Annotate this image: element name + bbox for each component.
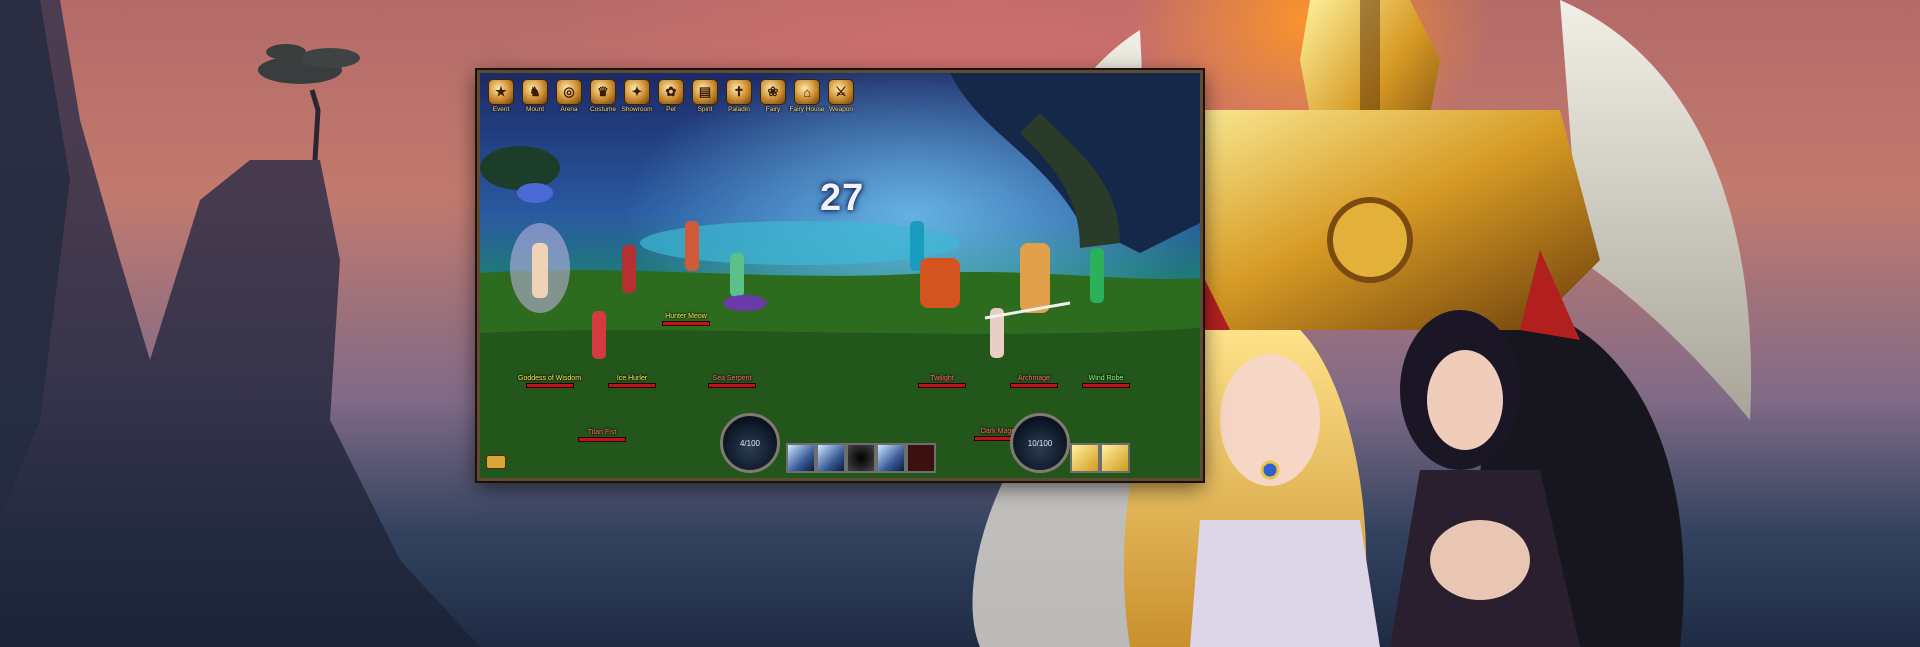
skill-slot-1[interactable] [786,443,816,473]
unit-ice-hurler[interactable]: Ice Hurler [608,375,656,388]
unit-name: Wind Robe [1088,375,1124,382]
menu-paladin-button[interactable]: ✝ Paladin [724,79,754,113]
unit-name: Hunter Meow [665,313,707,320]
menu-label: Costume [589,106,616,113]
unit-name: Titan Fist [587,429,617,436]
unit-name: Sea Serpent [712,375,752,382]
skill-slot-5[interactable] [906,443,936,473]
cliff-scenery [0,0,480,647]
paladin-icon: ✝ [726,79,752,105]
fairy-house-icon: ⌂ [794,79,820,105]
unit-goddess-of-wisdom[interactable]: Goddess of Wisdom [518,375,581,388]
menu-label: Pet [666,106,676,113]
menu-showroom-button[interactable]: ✦ Showroom [621,79,653,113]
fairy-icon: ❀ [760,79,786,105]
pet-icon: ✿ [658,79,684,105]
unit-titan-fist[interactable]: Titan Fist [578,429,626,442]
menu-pet-button[interactable]: ✿ Pet [656,79,686,113]
skill-slot-2[interactable] [816,443,846,473]
menu-arena-button[interactable]: ◎ Arena [554,79,584,113]
hp-bar [578,437,626,442]
menu-label: Mount [525,106,545,113]
unit-name: Ice Hurler [616,375,648,382]
arena-icon: ◎ [556,79,582,105]
chat-icon[interactable] [486,455,506,469]
hp-bar [662,321,710,326]
unit-archmage[interactable]: Archmage [1010,375,1058,388]
menu-label: Fairy House [789,106,825,113]
skill-slot-3[interactable] [846,443,876,473]
energy-value: 4/100 [739,438,761,448]
skill-bar: 4/100 10/100 [720,413,1130,475]
hp-bar [1010,383,1058,388]
menu-label: Fairy [765,106,781,113]
menu-fairy-button[interactable]: ❀ Fairy [758,79,788,113]
turn-timer: 27 [820,177,865,219]
hp-bar [525,383,574,388]
unit-name: Goddess of Wisdom [518,375,582,382]
unit-hunter-meow[interactable]: Hunter Meow [662,313,710,326]
unit-sea-serpent[interactable]: Sea Serpent [708,375,756,388]
skill-slot-4[interactable] [876,443,906,473]
energy-value: 10/100 [1027,438,1053,448]
spirit-icon: ▤ [692,79,718,105]
menu-label: Showroom [621,106,653,113]
hp-bar [1082,383,1130,388]
menu-weapon-button[interactable]: ⚔ Weapon [826,79,856,113]
game-top-menu: ★ Event ♞ Mount ◎ Arena ♛ Costume ✦ Show… [486,79,856,113]
showroom-icon: ✦ [624,79,650,105]
enemy-skill-2 [1100,443,1130,473]
hp-bar [918,383,966,388]
game-screenshot-window: ★ Event ♞ Mount ◎ Arena ♛ Costume ✦ Show… [477,70,1203,481]
menu-label: Event [492,106,510,113]
enemy-skill-1 [1070,443,1100,473]
menu-mount-button[interactable]: ♞ Mount [520,79,550,113]
player-energy-orb: 4/100 [720,413,780,473]
menu-spirit-button[interactable]: ▤ Spirit [690,79,720,113]
event-icon: ★ [488,79,514,105]
menu-label: Weapon [828,106,854,113]
weapon-icon: ⚔ [828,79,854,105]
menu-label: Paladin [728,106,750,113]
menu-label: Arena [560,106,578,113]
golden-knight [1140,0,1600,350]
menu-event-button[interactable]: ★ Event [486,79,516,113]
menu-costume-button[interactable]: ♛ Costume [588,79,618,113]
menu-fairy-house-button[interactable]: ⌂ Fairy House [789,79,825,113]
enemy-energy-orb: 10/100 [1010,413,1070,473]
mount-icon: ♞ [522,79,548,105]
bonsai-tree [258,44,360,161]
unit-name: Archmage [1018,375,1050,382]
unit-twilight[interactable]: Twilight [918,375,966,388]
unit-wind-robe[interactable]: Wind Robe [1082,375,1130,388]
menu-label: Spirit [697,106,713,113]
unit-name: Twilight [930,375,954,382]
hp-bar [608,383,656,388]
costume-icon: ♛ [590,79,616,105]
hp-bar [708,383,756,388]
